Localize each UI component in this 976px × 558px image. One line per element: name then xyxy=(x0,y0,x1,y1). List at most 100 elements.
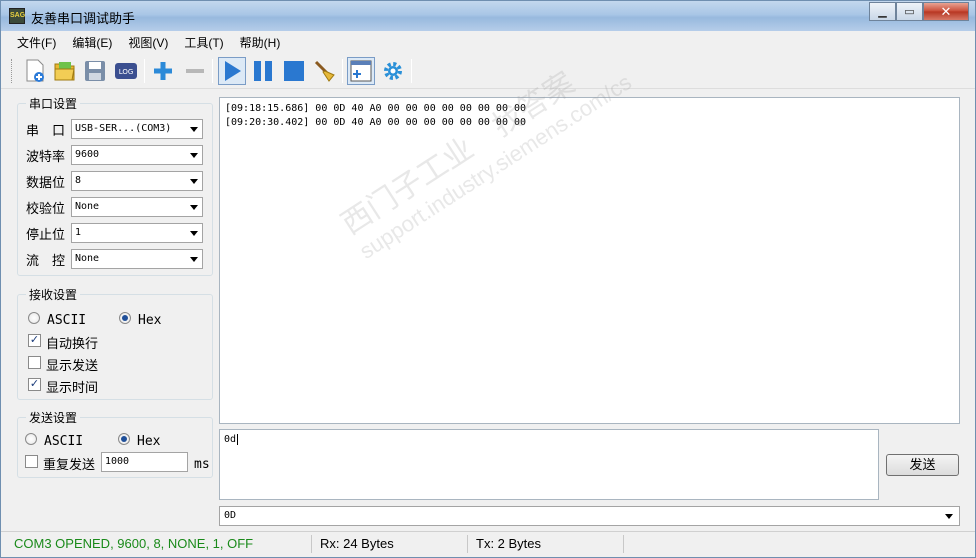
settings-gear-icon xyxy=(384,62,402,80)
menu-edit[interactable]: 编辑(E) xyxy=(64,31,120,53)
status-separator xyxy=(623,535,624,553)
save-button[interactable] xyxy=(81,57,109,85)
minimize-icon: ▁ xyxy=(878,6,887,18)
clear-broom-icon xyxy=(314,60,335,82)
serial-app-icon: SAG xyxy=(9,8,25,24)
send-ascii-radio[interactable] xyxy=(25,433,37,445)
send-hex-radio[interactable] xyxy=(118,433,130,445)
maximize-button[interactable]: ▭ xyxy=(896,2,923,21)
status-bar: COM3 OPENED, 9600, 8, NONE, 1, OFF Rx: 2… xyxy=(1,531,975,557)
close-button[interactable]: ✕ xyxy=(923,2,969,21)
rx-count-text: Rx: 24 Bytes xyxy=(320,536,394,551)
auto-newline-checkbox[interactable]: ✓ xyxy=(28,334,41,347)
baud-select[interactable]: 9600 xyxy=(71,145,203,165)
minimize-button[interactable]: ▁ xyxy=(869,2,896,21)
dropdown-arrow-icon xyxy=(190,205,198,210)
new-button[interactable] xyxy=(21,57,49,85)
parity-label: 校验位 xyxy=(26,200,66,216)
settings-button[interactable] xyxy=(379,57,407,85)
receive-hex-radio[interactable] xyxy=(119,312,131,324)
baud-label: 波特率 xyxy=(26,148,66,164)
port-status-text: COM3 OPENED, 9600, 8, NONE, 1, OFF xyxy=(14,536,254,551)
stop-icon xyxy=(284,61,304,81)
repeat-interval-value: 1000 xyxy=(105,456,130,467)
dropdown-arrow-icon xyxy=(190,127,198,132)
window-title: 友善串口调试助手 xyxy=(31,11,136,26)
show-send-label: 显示发送 xyxy=(46,358,99,373)
menu-file[interactable]: 文件(F) xyxy=(9,31,64,53)
auto-newline-label: 自动换行 xyxy=(46,336,99,351)
flow-label: 流 控 xyxy=(26,252,66,268)
open-button[interactable] xyxy=(51,57,79,85)
flow-select[interactable]: None xyxy=(71,249,203,269)
stop-button[interactable] xyxy=(280,57,308,85)
stopbits-label: 停止位 xyxy=(26,226,66,242)
parity-select[interactable]: None xyxy=(71,197,203,217)
send-history-value: 0D xyxy=(224,510,237,521)
show-time-label: 显示时间 xyxy=(46,380,99,395)
send-history-select[interactable]: 0D xyxy=(219,506,960,526)
toolbar-grip[interactable] xyxy=(11,59,14,83)
toolbar-separator xyxy=(212,59,213,83)
app-window: SAG 友善串口调试助手 ▁ ▭ ✕ 文件(F) 编辑(E) 视图(V) 工具(… xyxy=(0,0,976,558)
send-hex-label: Hex xyxy=(137,434,161,449)
receive-settings-group: 接收设置 ASCII Hex ✓ 自动换行 显示发送 ✓ 显示时间 xyxy=(17,286,213,400)
layout-button[interactable] xyxy=(347,57,375,85)
close-icon: ✕ xyxy=(940,3,952,19)
remove-button[interactable] xyxy=(181,57,209,85)
databits-select[interactable]: 8 xyxy=(71,171,203,191)
title-bar[interactable]: SAG 友善串口调试助手 ▁ ▭ ✕ xyxy=(1,1,975,31)
send-input-value: 0d xyxy=(224,434,237,445)
menu-bar: 文件(F) 编辑(E) 视图(V) 工具(T) 帮助(H) xyxy=(1,31,975,53)
toolbar-separator xyxy=(411,59,412,83)
port-select[interactable]: USB-SER...(COM3) xyxy=(71,119,203,139)
show-time-checkbox[interactable]: ✓ xyxy=(28,378,41,391)
parity-value: None xyxy=(75,201,100,212)
receive-ascii-label: ASCII xyxy=(47,313,87,328)
new-file-icon xyxy=(26,59,44,82)
toolbar: LOG xyxy=(1,53,975,89)
save-icon xyxy=(85,61,105,81)
menu-tools[interactable]: 工具(T) xyxy=(176,31,231,53)
dropdown-arrow-icon xyxy=(190,179,198,184)
menu-help[interactable]: 帮助(H) xyxy=(232,31,289,53)
open-folder-icon xyxy=(54,62,75,81)
baud-value: 9600 xyxy=(75,149,100,160)
play-icon xyxy=(225,61,241,81)
status-separator xyxy=(467,535,468,553)
show-send-checkbox[interactable] xyxy=(28,356,41,369)
start-button[interactable] xyxy=(218,57,246,85)
tx-count-text: Tx: 2 Bytes xyxy=(476,536,542,551)
receive-log-line: [09:20:30.402] 00 0D 40 A0 00 00 00 00 0… xyxy=(225,117,527,128)
dropdown-arrow-icon xyxy=(190,231,198,236)
dropdown-arrow-icon xyxy=(190,257,198,262)
send-ascii-label: ASCII xyxy=(44,434,84,449)
layout-icon xyxy=(350,60,372,82)
receive-settings-title: 接收设置 xyxy=(26,286,81,303)
port-label: 串 口 xyxy=(26,122,66,138)
add-icon xyxy=(154,62,172,80)
receive-text-area[interactable]: [09:18:15.686] 00 0D 40 A0 00 00 00 00 0… xyxy=(219,97,960,424)
serial-settings-title: 串口设置 xyxy=(26,95,81,112)
menu-view[interactable]: 视图(V) xyxy=(120,31,176,53)
dropdown-arrow-icon xyxy=(190,153,198,158)
log-icon: LOG xyxy=(115,63,137,79)
repeat-send-label: 重复发送 xyxy=(43,457,96,472)
receive-ascii-radio[interactable] xyxy=(28,312,40,324)
port-value: USB-SER...(COM3) xyxy=(75,123,172,134)
add-button[interactable] xyxy=(149,57,177,85)
log-button[interactable]: LOG xyxy=(112,57,140,85)
databits-value: 8 xyxy=(75,175,82,186)
send-settings-group: 发送设置 ASCII Hex 重复发送 1000 ▲▼ ms xyxy=(17,409,284,478)
pause-button[interactable] xyxy=(249,57,277,85)
repeat-send-checkbox[interactable] xyxy=(25,455,38,468)
send-text-area[interactable]: 0d xyxy=(219,429,879,500)
remove-icon xyxy=(186,69,204,73)
serial-settings-group: 串口设置 串 口 USB-SER...(COM3) 波特率 9600 数据位 8… xyxy=(17,95,213,276)
repeat-interval-input[interactable]: 1000 ▲▼ xyxy=(101,452,284,472)
receive-hex-label: Hex xyxy=(138,313,162,328)
text-cursor xyxy=(237,434,245,445)
clear-button[interactable] xyxy=(311,57,339,85)
stopbits-select[interactable]: 1 xyxy=(71,223,203,243)
send-button[interactable]: 发送 xyxy=(886,454,959,476)
